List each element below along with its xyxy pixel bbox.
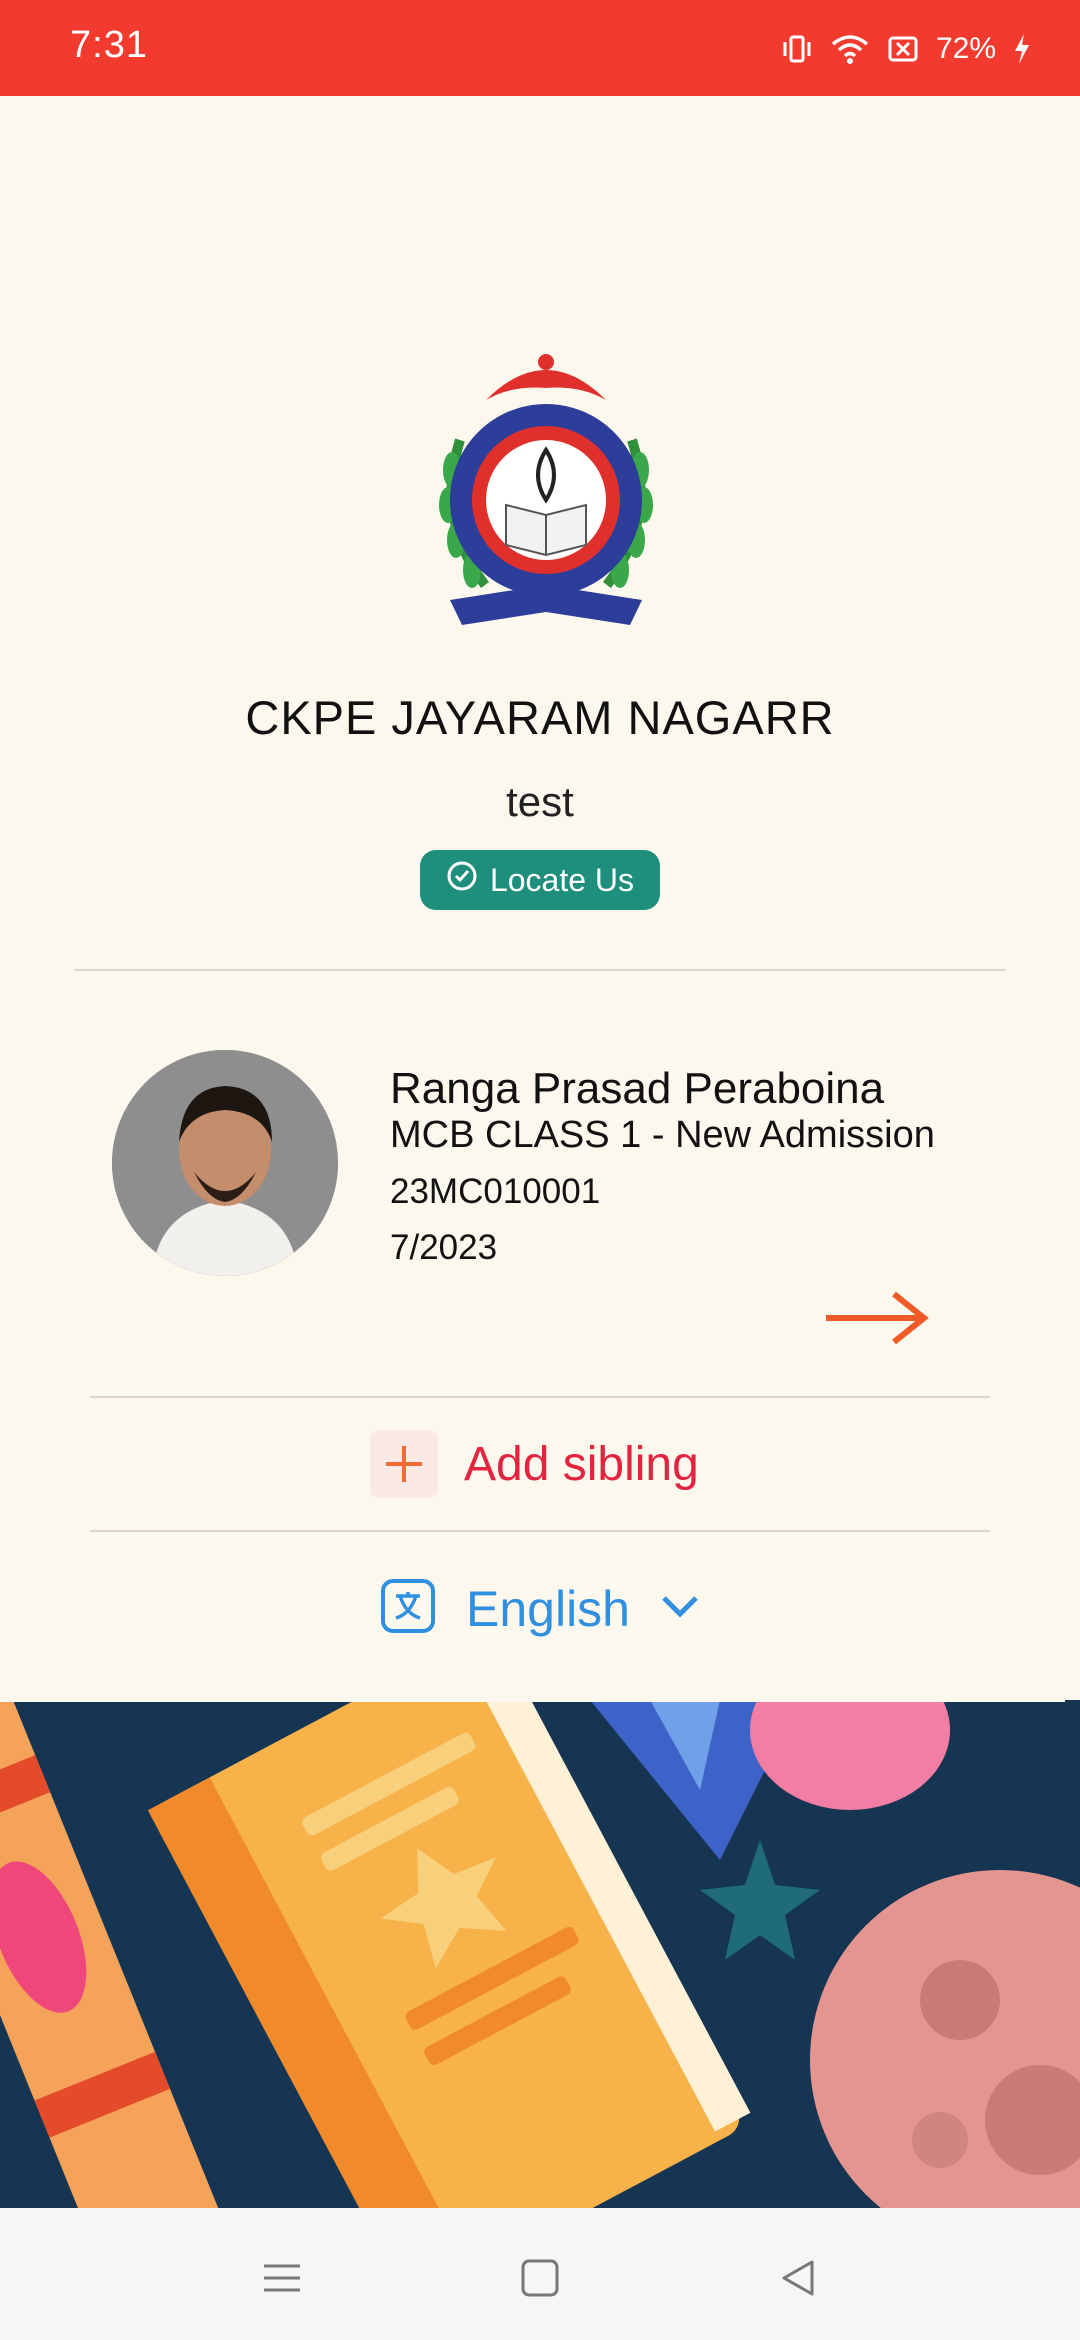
school-name: CKPE JAYARAM NAGARR (245, 691, 835, 744)
background-illustration (0, 1700, 1080, 2208)
home-icon[interactable] (510, 2248, 570, 2308)
menu-icon[interactable] (252, 2248, 312, 2308)
student-avatar (112, 1050, 338, 1276)
wifi-icon (830, 32, 870, 66)
student-name: Ranga Prasad Peraboina (390, 1064, 885, 1113)
status-time: 7:31 (70, 24, 148, 66)
locate-us-label: Locate Us (489, 861, 635, 898)
divider (75, 969, 1005, 971)
school-subtitle: test (506, 778, 574, 825)
system-nav-bar (0, 2208, 1080, 2340)
battery-percent: 72% (935, 32, 996, 65)
locate-us-button[interactable]: Locate Us (420, 850, 660, 910)
add-sibling-button[interactable]: Add sibling (370, 1430, 699, 1498)
status-bar: 7:31 72% (0, 0, 1080, 96)
divider (90, 1396, 990, 1398)
divider (90, 1530, 990, 1532)
student-date: 7/2023 (390, 1228, 498, 1267)
card-edge (0, 1606, 14, 1702)
location-check-icon (446, 860, 478, 900)
translate-icon (380, 1578, 436, 1639)
chevron-down-icon (660, 1592, 700, 1625)
arrow-right-icon (826, 1291, 929, 1345)
student-class: MCB CLASS 1 - New Admission (390, 1114, 935, 1156)
status-icons: 72% (780, 26, 1032, 72)
student-id: 23MC010001 (390, 1172, 601, 1211)
vibrate-icon (780, 32, 814, 66)
language-label: English (466, 1580, 630, 1637)
no-sim-icon (886, 32, 920, 66)
plus-icon (370, 1430, 438, 1498)
back-icon[interactable] (768, 2248, 828, 2308)
school-logo (430, 350, 662, 640)
add-sibling-label: Add sibling (464, 1437, 699, 1491)
language-selector[interactable]: English (380, 1578, 700, 1639)
charging-icon (1012, 32, 1032, 66)
open-student-button[interactable] (822, 1288, 932, 1348)
